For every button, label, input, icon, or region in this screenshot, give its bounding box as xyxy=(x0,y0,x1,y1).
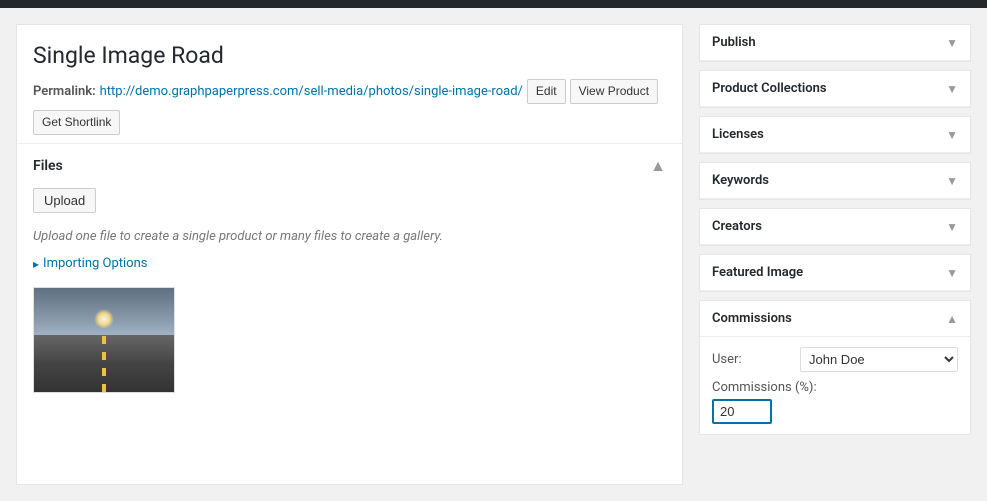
commissions-percent-label: Commissions (%): xyxy=(712,380,958,395)
main-container: Single Image Road Permalink: http://demo… xyxy=(0,8,987,501)
files-title: Files xyxy=(33,158,63,174)
right-panel: Publish ▼ Product Collections ▼ Licenses… xyxy=(699,24,971,485)
creators-chevron-icon: ▼ xyxy=(946,220,958,234)
sun-glow xyxy=(94,309,114,329)
featured-image-header[interactable]: Featured Image ▼ xyxy=(700,255,970,291)
keywords-chevron-icon: ▼ xyxy=(946,174,958,188)
product-collections-chevron-icon: ▼ xyxy=(946,82,958,96)
upload-button[interactable]: Upload xyxy=(33,188,96,213)
creators-metabox: Creators ▼ xyxy=(699,208,971,246)
licenses-chevron-icon: ▼ xyxy=(946,128,958,142)
user-select[interactable]: John Doe xyxy=(800,347,958,372)
edit-button[interactable]: Edit xyxy=(527,79,566,104)
product-collections-title: Product Collections xyxy=(712,81,827,96)
product-collections-metabox: Product Collections ▼ xyxy=(699,70,971,108)
commissions-title: Commissions xyxy=(712,311,792,326)
road-lines xyxy=(102,335,106,392)
publish-header[interactable]: Publish ▼ xyxy=(700,25,970,61)
permalink-label: Permalink: xyxy=(33,84,96,99)
page-title-area: Single Image Road Permalink: http://demo… xyxy=(17,25,682,144)
files-section: Files ▲ Upload Upload one file to create… xyxy=(17,144,682,405)
publish-title: Publish xyxy=(712,35,756,50)
commissions-metabox: Commissions ▲ User: John Doe Commissions… xyxy=(699,300,971,435)
importing-options-link[interactable]: Importing Options xyxy=(43,256,147,271)
publish-chevron-icon: ▼ xyxy=(946,36,958,50)
keywords-header[interactable]: Keywords ▼ xyxy=(700,163,970,199)
view-product-button[interactable]: View Product xyxy=(570,79,658,104)
product-collections-header[interactable]: Product Collections ▼ xyxy=(700,71,970,107)
featured-image-title: Featured Image xyxy=(712,265,803,280)
commissions-header[interactable]: Commissions ▲ xyxy=(700,301,970,337)
keywords-title: Keywords xyxy=(712,173,769,188)
licenses-title: Licenses xyxy=(712,127,764,142)
user-field-row: User: John Doe xyxy=(712,347,958,372)
featured-image-metabox: Featured Image ▼ xyxy=(699,254,971,292)
upload-hint: Upload one file to create a single produ… xyxy=(33,229,666,244)
importing-bullet: ▸ xyxy=(33,257,39,271)
top-bar xyxy=(0,0,987,8)
publish-metabox: Publish ▼ xyxy=(699,24,971,62)
keywords-metabox: Keywords ▼ xyxy=(699,162,971,200)
user-label: User: xyxy=(712,352,792,367)
commissions-content: User: John Doe Commissions (%): xyxy=(700,337,970,434)
creators-header[interactable]: Creators ▼ xyxy=(700,209,970,245)
get-shortlink-button[interactable]: Get Shortlink xyxy=(33,110,120,135)
files-header: Files ▲ xyxy=(33,156,666,176)
commissions-percent-input[interactable] xyxy=(712,399,772,424)
importing-options-row: ▸ Importing Options xyxy=(33,256,666,271)
licenses-header[interactable]: Licenses ▼ xyxy=(700,117,970,153)
commissions-chevron-icon: ▲ xyxy=(946,312,958,326)
image-thumbnail xyxy=(33,287,175,393)
permalink-url[interactable]: http://demo.graphpaperpress.com/sell-med… xyxy=(100,84,523,99)
collapse-icon[interactable]: ▲ xyxy=(650,156,666,176)
licenses-metabox: Licenses ▼ xyxy=(699,116,971,154)
permalink-row: Permalink: http://demo.graphpaperpress.c… xyxy=(33,79,666,104)
featured-image-chevron-icon: ▼ xyxy=(946,266,958,280)
commissions-percent-row: Commissions (%): xyxy=(712,380,958,424)
left-panel: Single Image Road Permalink: http://demo… xyxy=(16,24,683,485)
creators-title: Creators xyxy=(712,219,762,234)
page-title: Single Image Road xyxy=(33,41,666,71)
